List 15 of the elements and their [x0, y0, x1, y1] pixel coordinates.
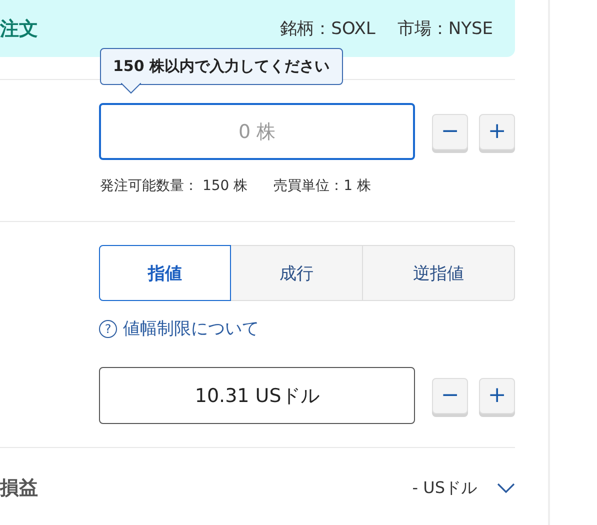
order-title: 注文: [0, 16, 38, 42]
price-field[interactable]: 10.31 USドル: [99, 367, 416, 424]
order-type-tab[interactable]: 成行: [230, 245, 363, 301]
order-type-tab[interactable]: 指値: [99, 245, 231, 301]
order-type-tab[interactable]: 逆指値: [362, 245, 515, 301]
trading-unit: 売買単位：1 株: [274, 177, 371, 195]
price-limit-link[interactable]: 値幅制限について: [123, 317, 259, 340]
chevron-down-icon[interactable]: [497, 483, 515, 493]
market-label: 市場：NYSE: [397, 18, 493, 40]
symbol-label: 銘柄：SOXL: [280, 18, 376, 40]
available-quantity: 発注可能数量： 150 株: [100, 177, 248, 195]
profit-loss-value: - USドル: [412, 478, 477, 498]
tooltip-pointer-icon: [121, 83, 141, 94]
help-icon: ?: [99, 320, 117, 338]
quantity-field[interactable]: 0 株: [99, 103, 416, 160]
